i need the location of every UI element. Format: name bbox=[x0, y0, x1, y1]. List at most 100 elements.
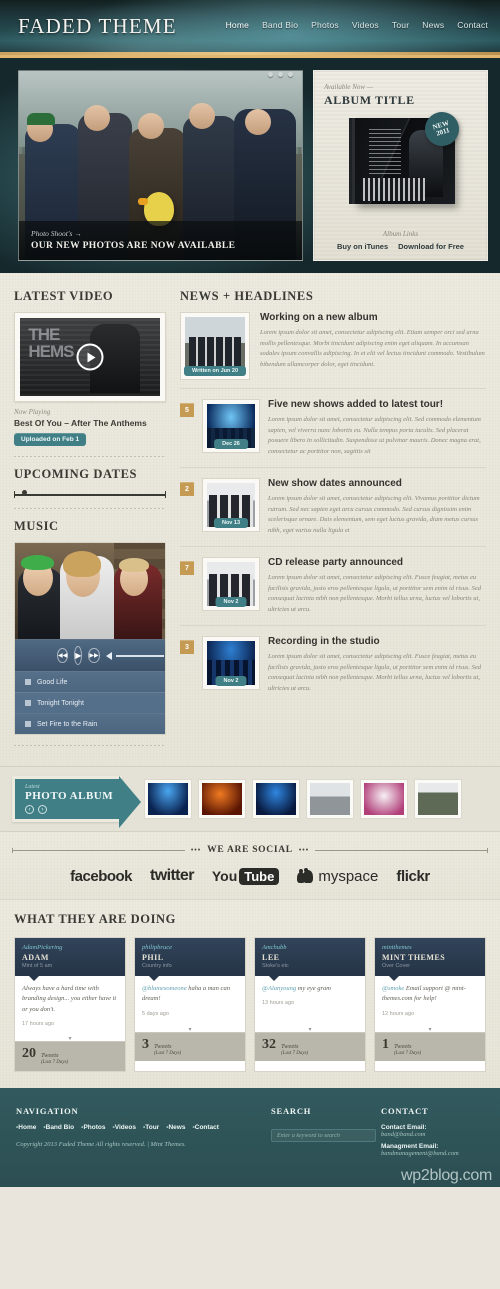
download-free-link[interactable]: Download for Free bbox=[398, 242, 464, 251]
contact-email-label: Contact Email: bbox=[381, 1123, 427, 1131]
nav-item-home[interactable]: Home bbox=[226, 20, 249, 30]
latest-video-heading: LATEST VIDEO bbox=[14, 289, 114, 303]
nav-item-band-bio[interactable]: Band Bio bbox=[262, 20, 298, 30]
album-thumbnail[interactable] bbox=[252, 779, 300, 819]
hero-photo-slide[interactable]: Photo Shoot's → OUR NEW PHOTOS ARE NOW A… bbox=[18, 70, 303, 261]
footer-link-photos[interactable]: Photos bbox=[81, 1124, 105, 1131]
album-prev-icon[interactable]: ‹ bbox=[25, 805, 34, 814]
album-thumbnail[interactable] bbox=[360, 779, 408, 819]
twitter-heading: WHAT THEY ARE DOING bbox=[14, 912, 177, 926]
twitter-card: philipbruce PHIL Country info @blamesome… bbox=[134, 937, 246, 1072]
footer-link-home[interactable]: Home bbox=[16, 1124, 36, 1131]
previous-track-button[interactable]: ◀◀ bbox=[57, 648, 69, 663]
slider-dot-1[interactable] bbox=[268, 72, 273, 77]
dates-slider[interactable] bbox=[14, 490, 166, 498]
nav-item-tour[interactable]: Tour bbox=[392, 20, 409, 30]
facebook-icon[interactable]: facebook bbox=[70, 868, 132, 885]
tweet-text: Always have a hard time with branding de… bbox=[22, 984, 118, 1015]
twitter-handle[interactable]: mintthemes bbox=[382, 944, 478, 951]
buy-on-itunes-link[interactable]: Buy on iTunes bbox=[337, 242, 388, 251]
album-thumbnail[interactable] bbox=[306, 779, 354, 819]
twitter-handle[interactable]: philipbruce bbox=[142, 944, 238, 951]
myspace-people-glyph bbox=[297, 868, 314, 883]
news-list-item[interactable]: 3 Nov 2 Recording in the studio Lorem ip… bbox=[180, 625, 486, 704]
track-bullet-icon bbox=[25, 679, 31, 685]
news-date-badge: Nov 13 bbox=[213, 518, 249, 529]
site-logo[interactable]: FADED THEME bbox=[18, 14, 177, 39]
news-excerpt: Lorem ipsum dolor sit amet, consectetur … bbox=[268, 416, 481, 455]
slider-dot-2[interactable] bbox=[278, 72, 283, 77]
news-title[interactable]: Working on a new album bbox=[260, 312, 486, 323]
footer-link-contact[interactable]: Contact bbox=[192, 1124, 219, 1131]
contact-email-value[interactable]: band@band.com bbox=[381, 1131, 484, 1138]
news-title[interactable]: Five new shows added to latest tour! bbox=[268, 399, 486, 410]
nav-item-news[interactable]: News bbox=[422, 20, 444, 30]
news-list-item[interactable]: 7 Nov 2 CD release party announced Lorem… bbox=[180, 546, 486, 625]
news-thumbnail[interactable]: Written on Jun 20 bbox=[180, 312, 250, 380]
footer-link-videos[interactable]: Videos bbox=[112, 1124, 136, 1131]
video-player[interactable]: THE HEMS bbox=[14, 312, 166, 402]
photo-album-tag: Latest PHOTO ALBUM ‹ › bbox=[12, 776, 141, 828]
news-title[interactable]: CD release party announced bbox=[268, 557, 486, 568]
news-list-item[interactable]: 5 Dec 26 Five new shows added to latest … bbox=[180, 388, 486, 467]
nav-item-contact[interactable]: Contact bbox=[457, 20, 488, 30]
news-excerpt: Lorem ipsum dolor sit amet, consectetur … bbox=[268, 495, 480, 534]
news-thumbnail[interactable]: Dec 26 bbox=[202, 399, 260, 453]
twitter-handle[interactable]: AdamPickering bbox=[22, 944, 118, 951]
music-player: ◀◀ ▶ ▶▶ Good Life Tonight Tonight Set Fi… bbox=[14, 542, 166, 735]
slider-dots[interactable] bbox=[268, 72, 293, 77]
tweet-count-footer: 1 Tweets (Last 7 Days) bbox=[375, 1032, 485, 1062]
volume-control[interactable] bbox=[105, 651, 164, 660]
featured-news-item[interactable]: Written on Jun 20 Working on a new album… bbox=[180, 312, 486, 380]
news-thumbnail[interactable]: Nov 2 bbox=[202, 636, 260, 691]
track-list-item[interactable]: Tonight Tonight bbox=[15, 692, 165, 713]
news-title[interactable]: Recording in the studio bbox=[268, 636, 486, 647]
social-links: facebook twitter You Tube myspace flickr bbox=[12, 867, 488, 885]
twitter-card-header: mintthemes MINT THEMES Over Cover bbox=[375, 938, 485, 981]
dates-slider-knob[interactable] bbox=[22, 490, 27, 495]
divider bbox=[14, 745, 166, 746]
search-heading: SEARCH bbox=[271, 1105, 312, 1116]
video-thumbnail: THE HEMS bbox=[20, 318, 160, 396]
management-email-value[interactable]: bandmanagement@band.com bbox=[381, 1150, 484, 1157]
tweet-mention[interactable]: @smoke bbox=[382, 985, 404, 992]
twitter-icon[interactable]: twitter bbox=[150, 867, 194, 885]
tweet-count: 3 bbox=[142, 1037, 149, 1053]
album-thumbnail[interactable] bbox=[144, 779, 192, 819]
social-heading-rule: ••• WE ARE SOCIAL ••• bbox=[12, 845, 488, 855]
flickr-icon[interactable]: flickr bbox=[396, 868, 430, 885]
myspace-icon[interactable]: myspace bbox=[297, 868, 378, 885]
play-icon[interactable] bbox=[76, 343, 104, 371]
footer-link-tour[interactable]: Tour bbox=[143, 1124, 159, 1131]
news-date-badge: Nov 2 bbox=[215, 597, 247, 608]
volume-slider[interactable] bbox=[115, 654, 164, 657]
news-title[interactable]: New show dates announced bbox=[268, 478, 486, 489]
footer-link-band-bio[interactable]: Band Bio bbox=[43, 1124, 75, 1131]
slider-dot-3[interactable] bbox=[288, 72, 293, 77]
news-list-item[interactable]: 2 Nov 13 New show dates announced Lorem … bbox=[180, 467, 486, 546]
tweet-mention[interactable]: @blamesomeone bbox=[142, 985, 187, 992]
album-thumbnail[interactable] bbox=[414, 779, 462, 819]
track-list-item[interactable]: Set Fire to the Rain bbox=[15, 713, 165, 734]
footer-link-news[interactable]: News bbox=[166, 1124, 185, 1131]
track-list-item[interactable]: Good Life bbox=[15, 671, 165, 692]
twitter-card-header: philipbruce PHIL Country info bbox=[135, 938, 245, 981]
nav-item-photos[interactable]: Photos bbox=[311, 20, 339, 30]
tweet-mention[interactable]: @Alanyoung bbox=[262, 985, 296, 992]
nav-item-videos[interactable]: Videos bbox=[352, 20, 379, 30]
next-track-button[interactable]: ▶▶ bbox=[88, 648, 100, 663]
youtube-icon[interactable]: You Tube bbox=[212, 867, 280, 885]
album-next-icon[interactable]: › bbox=[38, 805, 47, 814]
news-thumbnail[interactable]: Nov 2 bbox=[202, 557, 260, 612]
hero-caption: Photo Shoot's → OUR NEW PHOTOS ARE NOW A… bbox=[19, 221, 302, 260]
music-cover-photo bbox=[15, 543, 165, 639]
watermark: wp2blog.com bbox=[401, 1166, 492, 1184]
tweet-text: @blamesomeone haha a man can dream! bbox=[142, 984, 238, 1005]
news-thumbnail[interactable]: Nov 13 bbox=[202, 478, 260, 533]
search-input[interactable] bbox=[271, 1129, 376, 1143]
twitter-handle[interactable]: Amchubb bbox=[262, 944, 358, 951]
play-button[interactable]: ▶ bbox=[74, 646, 83, 665]
main-content: LATEST VIDEO THE HEMS Now Playing Best Of… bbox=[0, 273, 500, 766]
album-thumbnail[interactable] bbox=[198, 779, 246, 819]
video-title: Best Of You – After The Anthems bbox=[14, 418, 147, 428]
